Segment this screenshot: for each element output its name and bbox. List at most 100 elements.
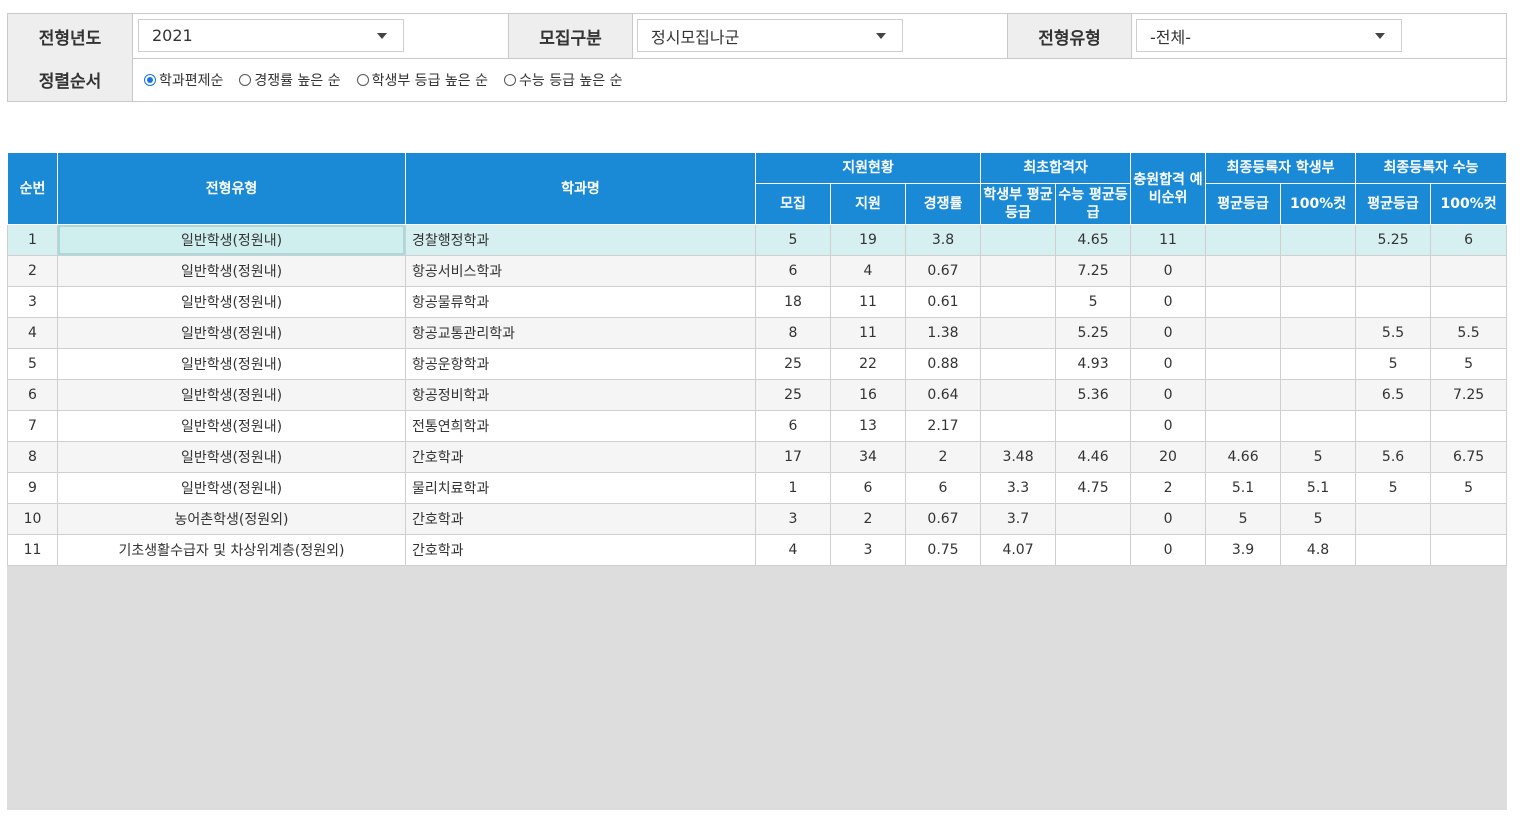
cell-first-school[interactable] bbox=[980, 317, 1057, 349]
cell-dept[interactable]: 간호학과 bbox=[405, 503, 756, 535]
cell-applicants[interactable]: 19 bbox=[830, 224, 906, 256]
cell-recruit[interactable]: 6 bbox=[755, 255, 831, 287]
cell-recruit[interactable]: 17 bbox=[755, 441, 831, 473]
table-row[interactable]: 1 일반학생(정원내) 경찰행정학과 5 19 3.8 4.65 11 5.25 6 bbox=[7, 224, 1508, 256]
cell-applicants[interactable]: 22 bbox=[830, 348, 906, 380]
cell-final-school-cut[interactable]: 5.1 bbox=[1280, 472, 1357, 504]
cell-first-suneung[interactable] bbox=[1055, 503, 1132, 535]
cell-type[interactable]: 농어촌학생(정원외) bbox=[57, 503, 406, 535]
cell-final-school-avg[interactable] bbox=[1205, 286, 1282, 318]
cell-final-suneung-cut[interactable] bbox=[1430, 503, 1508, 535]
cell-final-school-avg[interactable]: 3.9 bbox=[1205, 534, 1282, 566]
cell-dept[interactable]: 간호학과 bbox=[405, 441, 756, 473]
cell-type[interactable]: 기초생활수급자 및 차상위계층(정원외) bbox=[57, 534, 406, 566]
table-row[interactable]: 10 농어촌학생(정원외) 간호학과 3 2 0.67 3.7 0 5 5 bbox=[7, 503, 1508, 535]
cell-dept[interactable]: 항공교통관리학과 bbox=[405, 317, 756, 349]
cell-first-suneung[interactable]: 5.36 bbox=[1055, 379, 1132, 411]
cell-first-school[interactable]: 3.3 bbox=[980, 472, 1057, 504]
cell-first-suneung[interactable]: 5.25 bbox=[1055, 317, 1132, 349]
cell-wait[interactable]: 11 bbox=[1130, 224, 1207, 256]
cell-final-school-avg[interactable] bbox=[1205, 255, 1282, 287]
cell-ratio[interactable]: 0.67 bbox=[904, 255, 982, 287]
table-row[interactable]: 4 일반학생(정원내) 항공교통관리학과 8 11 1.38 5.25 0 5.5 5.5 bbox=[7, 317, 1508, 349]
cell-dept[interactable]: 물리치료학과 bbox=[405, 472, 756, 504]
cell-final-school-cut[interactable]: 5 bbox=[1280, 503, 1357, 535]
table-row[interactable]: 5 일반학생(정원내) 항공운항학과 25 22 0.88 4.93 0 5 5 bbox=[7, 348, 1508, 380]
table-row[interactable]: 11 기초생활수급자 및 차상위계층(정원외) 간호학과 4 3 0.75 4.07 0 3.9… bbox=[7, 534, 1508, 566]
cell-no[interactable]: 4 bbox=[7, 317, 58, 349]
cell-applicants[interactable]: 34 bbox=[830, 441, 906, 473]
cell-final-suneung-avg[interactable]: 5.25 bbox=[1355, 224, 1432, 256]
cell-first-school[interactable] bbox=[980, 286, 1057, 318]
year-select[interactable]: 2021 bbox=[138, 19, 404, 52]
cell-applicants[interactable]: 3 bbox=[830, 534, 906, 566]
cell-type[interactable]: 일반학생(정원내) bbox=[57, 348, 406, 380]
cell-final-school-cut[interactable]: 5 bbox=[1280, 441, 1357, 473]
cell-final-suneung-avg[interactable] bbox=[1355, 410, 1432, 442]
cell-first-school[interactable]: 3.48 bbox=[980, 441, 1057, 473]
cell-ratio[interactable]: 6 bbox=[904, 472, 982, 504]
cell-first-suneung[interactable]: 4.93 bbox=[1055, 348, 1132, 380]
type-select[interactable]: -전체- bbox=[1136, 19, 1402, 52]
cell-type[interactable]: 일반학생(정원내) bbox=[57, 317, 406, 349]
cell-wait[interactable]: 0 bbox=[1130, 410, 1207, 442]
cell-applicants[interactable]: 2 bbox=[830, 503, 906, 535]
table-row[interactable]: 6 일반학생(정원내) 항공정비학과 25 16 0.64 5.36 0 6.5 7.25 bbox=[7, 379, 1508, 411]
radio-icon[interactable] bbox=[239, 73, 252, 86]
cell-final-suneung-avg[interactable]: 5 bbox=[1355, 348, 1432, 380]
radio-icon[interactable] bbox=[144, 73, 156, 86]
cell-first-school[interactable] bbox=[980, 379, 1057, 411]
cell-no[interactable]: 8 bbox=[7, 441, 58, 473]
cell-no[interactable]: 11 bbox=[7, 534, 58, 566]
cell-recruit[interactable]: 25 bbox=[755, 379, 831, 411]
cell-final-suneung-avg[interactable]: 5 bbox=[1355, 472, 1432, 504]
cell-final-school-avg[interactable] bbox=[1205, 379, 1282, 411]
cell-recruit[interactable]: 1 bbox=[755, 472, 831, 504]
cell-recruit[interactable]: 4 bbox=[755, 534, 831, 566]
cell-final-suneung-avg[interactable] bbox=[1355, 534, 1432, 566]
cell-wait[interactable]: 0 bbox=[1130, 286, 1207, 318]
cell-ratio[interactable]: 0.61 bbox=[904, 286, 982, 318]
cell-first-school[interactable] bbox=[980, 224, 1057, 256]
cell-dept[interactable]: 항공정비학과 bbox=[405, 379, 756, 411]
cell-final-suneung-avg[interactable]: 6.5 bbox=[1355, 379, 1432, 411]
cell-first-school[interactable] bbox=[980, 255, 1057, 287]
cell-first-suneung[interactable]: 5 bbox=[1055, 286, 1132, 318]
cell-final-school-cut[interactable] bbox=[1280, 255, 1357, 287]
sort-option-suneung-grade[interactable]: 수능 등급 높은 순 bbox=[503, 70, 623, 90]
cell-wait[interactable]: 0 bbox=[1130, 379, 1207, 411]
cell-type[interactable]: 일반학생(정원내) bbox=[57, 224, 406, 256]
sort-option-ratio[interactable]: 경쟁률 높은 순 bbox=[239, 70, 341, 90]
cell-applicants[interactable]: 4 bbox=[830, 255, 906, 287]
cell-ratio[interactable]: 2 bbox=[904, 441, 982, 473]
cell-first-school[interactable] bbox=[980, 348, 1057, 380]
cell-final-school-avg[interactable]: 5 bbox=[1205, 503, 1282, 535]
cell-first-school[interactable]: 3.7 bbox=[980, 503, 1057, 535]
cell-wait[interactable]: 2 bbox=[1130, 472, 1207, 504]
cell-recruit[interactable]: 25 bbox=[755, 348, 831, 380]
cell-final-school-avg[interactable] bbox=[1205, 224, 1282, 256]
cell-recruit[interactable]: 5 bbox=[755, 224, 831, 256]
cell-final-suneung-cut[interactable] bbox=[1430, 410, 1508, 442]
table-row[interactable]: 9 일반학생(정원내) 물리치료학과 1 6 6 3.3 4.75 2 5.1 5.1 5 5 bbox=[7, 472, 1508, 504]
cell-ratio[interactable]: 0.75 bbox=[904, 534, 982, 566]
cell-final-suneung-cut[interactable]: 5 bbox=[1430, 472, 1508, 504]
cell-final-suneung-cut[interactable] bbox=[1430, 534, 1508, 566]
cell-wait[interactable]: 0 bbox=[1130, 503, 1207, 535]
cell-no[interactable]: 7 bbox=[7, 410, 58, 442]
cell-final-suneung-avg[interactable]: 5.5 bbox=[1355, 317, 1432, 349]
cell-first-suneung[interactable] bbox=[1055, 410, 1132, 442]
cell-final-suneung-cut[interactable] bbox=[1430, 255, 1508, 287]
cell-dept[interactable]: 경찰행정학과 bbox=[405, 224, 756, 256]
cell-no[interactable]: 5 bbox=[7, 348, 58, 380]
cell-type[interactable]: 일반학생(정원내) bbox=[57, 379, 406, 411]
cell-no[interactable]: 1 bbox=[7, 224, 58, 256]
cell-recruit[interactable]: 8 bbox=[755, 317, 831, 349]
cell-wait[interactable]: 20 bbox=[1130, 441, 1207, 473]
recruit-select[interactable]: 정시모집나군 bbox=[637, 19, 903, 52]
cell-recruit[interactable]: 6 bbox=[755, 410, 831, 442]
cell-wait[interactable]: 0 bbox=[1130, 534, 1207, 566]
cell-final-school-avg[interactable]: 5.1 bbox=[1205, 472, 1282, 504]
sort-option-school-grade[interactable]: 학생부 등급 높은 순 bbox=[356, 70, 488, 90]
cell-ratio[interactable]: 1.38 bbox=[904, 317, 982, 349]
